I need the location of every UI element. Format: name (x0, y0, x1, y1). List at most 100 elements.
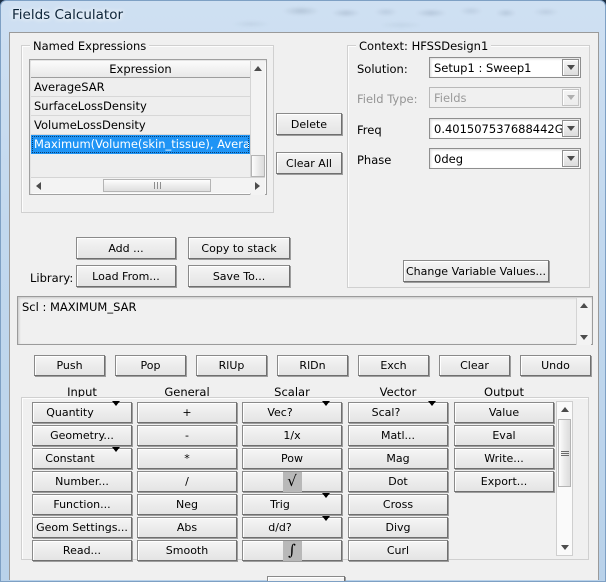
calc-button-label: Quantity (46, 406, 94, 419)
calc-button-d-d[interactable]: d/d? (242, 516, 342, 538)
calc-button-divg[interactable]: Divg (348, 517, 448, 538)
calc-button-eval[interactable]: Eval (454, 425, 554, 446)
done-button[interactable]: Done (267, 576, 345, 581)
field-type-combo[interactable]: Fields (429, 87, 581, 108)
dropdown-arrow-icon (317, 516, 335, 534)
calc-button-geometry[interactable]: Geometry... (32, 425, 132, 446)
scroll-up-button[interactable] (251, 61, 265, 76)
calc-button-matl[interactable]: Matl... (348, 425, 448, 446)
calc-button-neg[interactable]: Neg (137, 494, 237, 515)
chevron-left-icon (36, 181, 41, 190)
field-type-value: Fields (434, 90, 467, 105)
stack-button-clear[interactable]: Clear (439, 355, 510, 376)
load-from-button[interactable]: Load From... (76, 265, 176, 287)
calc-button-number[interactable]: Number... (32, 471, 132, 492)
calc-button-sqrt-glyph[interactable]: √ (242, 471, 342, 492)
listbox-vscroll-thumb[interactable] (251, 155, 265, 177)
calc-button-scal[interactable]: Scal? (348, 401, 448, 423)
stack-button-rlup[interactable]: RlUp (196, 355, 267, 376)
phase-combo[interactable]: 0deg (429, 148, 581, 169)
save-to-button[interactable]: Save To... (188, 265, 290, 287)
listbox-hscroll-thumb[interactable] (103, 179, 211, 192)
dialog-client-area: Named Expressions Expression AverageSAR … (9, 32, 599, 581)
scroll-up-button[interactable] (577, 298, 591, 313)
listbox-vertical-scrollbar[interactable] (250, 61, 265, 195)
copy-to-stack-button[interactable]: Copy to stack (188, 237, 290, 259)
solution-value: Setup1 : Sweep1 (434, 60, 532, 75)
calc-button-btn[interactable]: + (137, 402, 237, 423)
calc-button-vec[interactable]: Vec? (242, 401, 342, 423)
solution-dropdown-button[interactable] (562, 59, 579, 76)
chevron-down-icon (560, 545, 569, 550)
calc-button-mag[interactable]: Mag (348, 448, 448, 469)
delete-button[interactable]: Delete (276, 113, 342, 135)
calc-button-constant[interactable]: Constant (32, 447, 132, 469)
stack-button-undo[interactable]: Undo (520, 355, 591, 376)
list-item-selected[interactable]: Maximum(Volume(skin_tissue), AverageSAR) (31, 135, 250, 154)
scroll-down-button[interactable] (577, 330, 591, 345)
listbox-horizontal-scrollbar[interactable] (31, 177, 265, 193)
chevron-right-icon (255, 181, 260, 190)
expression-list-items[interactable]: AverageSAR SurfaceLossDensity VolumeLoss… (31, 78, 250, 177)
scroll-left-button[interactable] (31, 178, 46, 193)
stack-button-push[interactable]: Push (34, 355, 105, 376)
freq-combo[interactable]: 0.401507537688442GHz (429, 118, 581, 139)
output-column-scrollbar[interactable] (556, 401, 573, 556)
dropdown-arrow-icon (107, 447, 125, 465)
calc-button-1-x[interactable]: 1/x (242, 425, 342, 446)
calc-button-label: Vec? (267, 406, 293, 419)
output-scroll-thumb[interactable] (558, 419, 571, 487)
calc-button-btn[interactable]: / (137, 471, 237, 492)
list-item[interactable]: AverageSAR (31, 78, 250, 97)
chevron-down-icon (566, 95, 575, 100)
dropdown-arrow-icon (317, 493, 335, 511)
stack-display-text: Scl : MAXIMUM_SAR (22, 300, 137, 314)
change-variable-values-button[interactable]: Change Variable Values... (403, 260, 549, 282)
calc-button-smooth[interactable]: Smooth (137, 540, 237, 561)
calc-button-label: Constant (45, 452, 95, 465)
chevron-down-icon (580, 335, 588, 340)
stack-button-pop[interactable]: Pop (115, 355, 186, 376)
calc-button-function[interactable]: Function... (32, 494, 132, 515)
stack-button-rldn[interactable]: RlDn (277, 355, 348, 376)
dropdown-arrow-icon (317, 401, 335, 419)
phase-dropdown-button[interactable] (562, 150, 579, 167)
field-type-dropdown-button[interactable] (562, 89, 579, 106)
calc-button-btn[interactable]: - (137, 425, 237, 446)
calc-button-integral-glyph[interactable]: ∫ (242, 540, 342, 561)
chevron-down-icon (566, 156, 575, 161)
chevron-down-icon (566, 65, 575, 70)
window-titlebar[interactable]: Fields Calculator (1, 1, 605, 31)
calc-button-btn[interactable]: * (137, 448, 237, 469)
calc-button-pow[interactable]: Pow (242, 448, 342, 469)
scroll-right-button[interactable] (250, 178, 265, 193)
expression-column-header[interactable]: Expression (31, 61, 250, 78)
calc-button-curl[interactable]: Curl (348, 540, 448, 561)
calc-button-dot[interactable]: Dot (348, 471, 448, 492)
clear-all-button[interactable]: Clear All (276, 152, 342, 174)
calc-button-label: d/d? (268, 521, 292, 534)
window-title: Fields Calculator (12, 7, 124, 23)
freq-dropdown-button[interactable] (562, 120, 579, 137)
list-item[interactable]: VolumeLossDensity (31, 116, 250, 135)
stack-display-area[interactable]: Scl : MAXIMUM_SAR (17, 296, 593, 345)
solution-combo[interactable]: Setup1 : Sweep1 (429, 57, 581, 78)
calc-button-read[interactable]: Read... (32, 540, 132, 561)
calc-button-quantity[interactable]: Quantity (32, 401, 132, 423)
stack-vertical-scrollbar[interactable] (576, 298, 591, 345)
calc-button-trig[interactable]: Trig (242, 493, 342, 515)
calc-button-abs[interactable]: Abs (137, 517, 237, 538)
integral-glyph: ∫ (282, 540, 302, 561)
list-item[interactable]: SurfaceLossDensity (31, 97, 250, 116)
stack-button-exch[interactable]: Exch (358, 355, 429, 376)
scroll-down-button[interactable] (557, 540, 572, 555)
calc-button-cross[interactable]: Cross (348, 494, 448, 515)
calc-button-geom-settings[interactable]: Geom Settings... (32, 517, 132, 538)
add-button[interactable]: Add ... (76, 237, 176, 259)
calc-button-write[interactable]: Write... (454, 448, 554, 469)
named-expressions-listbox[interactable]: Expression AverageSAR SurfaceLossDensity… (29, 59, 267, 195)
solution-label: Solution: (357, 62, 408, 76)
scroll-up-button[interactable] (557, 402, 572, 417)
calc-button-value[interactable]: Value (454, 402, 554, 423)
calc-button-export[interactable]: Export... (454, 471, 554, 492)
